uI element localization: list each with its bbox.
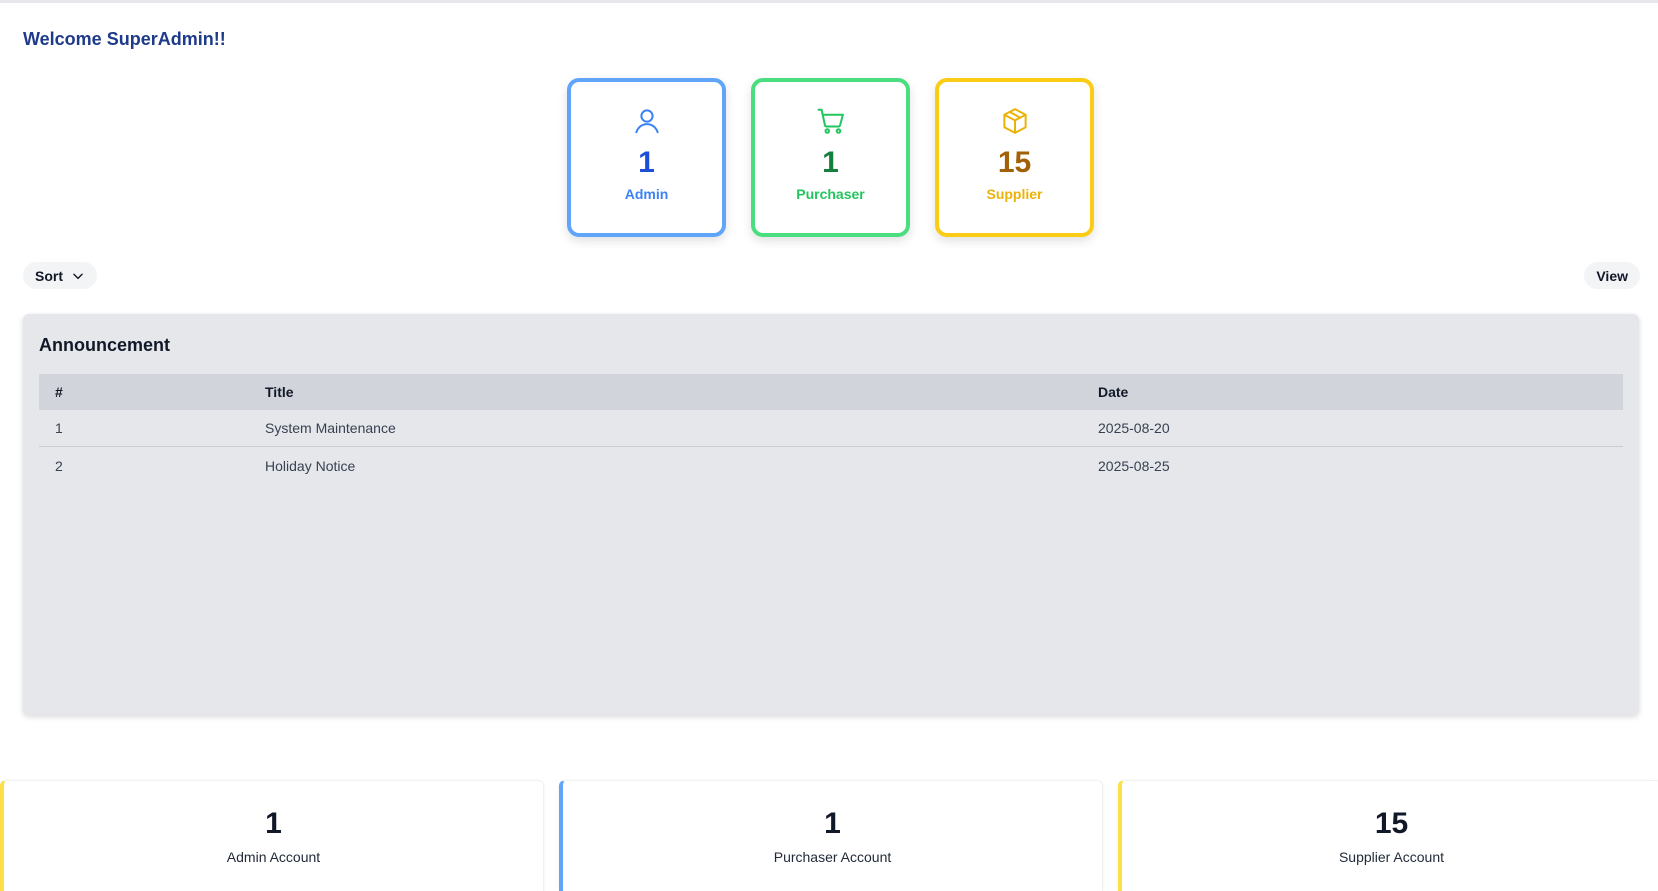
announcement-panel: Announcement # Title Date 1 System Maint… (23, 314, 1639, 715)
row-date: 2025-08-20 (1098, 420, 1170, 436)
row-number: 2 (55, 457, 63, 474)
row-title: System Maintenance (265, 420, 396, 436)
top-border (0, 0, 1658, 3)
welcome-heading: Welcome SuperAdmin!! (23, 29, 226, 49)
purchaser-stat-card[interactable]: 1 Purchaser (751, 78, 910, 237)
table-row[interactable]: 1 System Maintenance 2025-08-20 (39, 410, 1623, 447)
supplier-account-value: 15 (1374, 807, 1409, 840)
admin-account-value: 1 (265, 807, 282, 840)
admin-stat-label: Admin (624, 186, 669, 202)
sort-button[interactable]: Sort (23, 262, 97, 289)
sort-label: Sort (35, 267, 63, 284)
row-title: Holiday Notice (265, 457, 356, 474)
row-date: 2025-08-25 (1098, 457, 1170, 474)
user-icon (634, 109, 659, 134)
admin-stat-card[interactable]: 1 Admin (567, 78, 726, 237)
purchaser-stat-label: Purchaser (796, 186, 865, 202)
row-number: 1 (55, 420, 63, 436)
supplier-stat-label: Supplier (986, 186, 1043, 202)
column-header-date[interactable]: Date (1098, 384, 1623, 400)
table-row[interactable]: 2 Holiday Notice 2025-08-25 (39, 447, 1623, 484)
column-header-title[interactable]: Title (265, 384, 1098, 400)
purchaser-account-label: Purchaser Account (773, 849, 892, 865)
admin-account-label: Admin Account (226, 849, 321, 865)
supplier-stat-value: 15 (997, 146, 1032, 179)
cart-icon (817, 108, 844, 134)
announcement-table: # Title Date 1 System Maintenance 2025-0… (39, 374, 1623, 484)
column-header-number[interactable]: # (39, 384, 265, 400)
table-header: # Title Date (39, 374, 1623, 410)
purchaser-account-card[interactable]: 1 Purchaser Account (559, 780, 1103, 891)
box-icon (1002, 108, 1027, 134)
supplier-account-label: Supplier Account (1338, 849, 1445, 865)
admin-account-card[interactable]: 1 Admin Account (0, 780, 544, 891)
admin-stat-value: 1 (638, 146, 655, 179)
chevron-down-icon (73, 273, 83, 279)
view-button[interactable]: View (1584, 262, 1640, 289)
announcement-title: Announcement (39, 335, 171, 355)
purchaser-account-value: 1 (824, 807, 841, 840)
supplier-account-card[interactable]: 15 Supplier Account (1118, 780, 1658, 891)
supplier-stat-card[interactable]: 15 Supplier (935, 78, 1094, 237)
purchaser-stat-value: 1 (822, 146, 839, 179)
